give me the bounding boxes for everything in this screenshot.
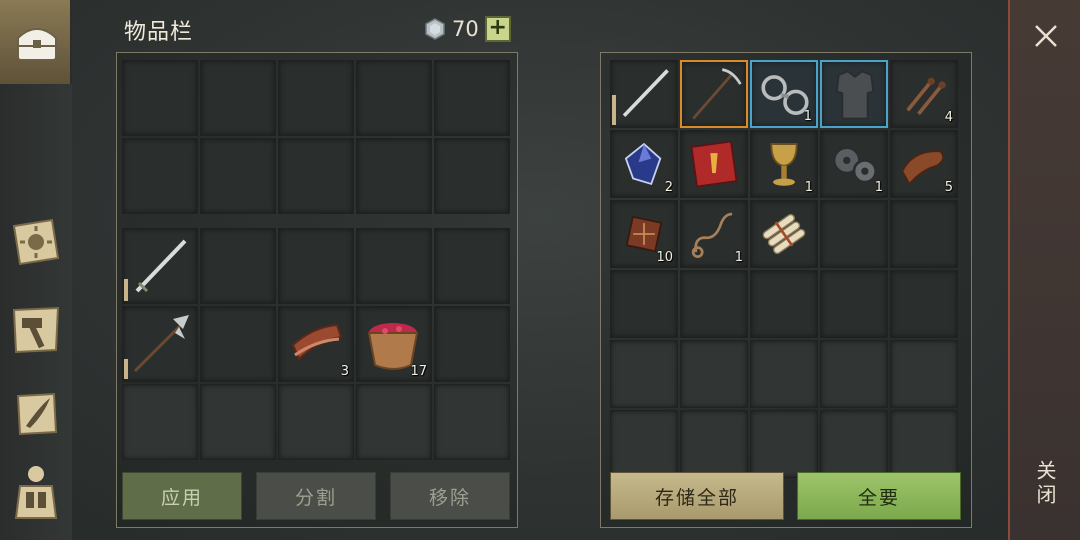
storage-slot-locked [820, 410, 888, 478]
storage-slot-locked [610, 410, 678, 478]
item-count: 1 [734, 250, 743, 265]
storage-slot-locked [890, 340, 958, 408]
currency-amount: 70 [452, 17, 479, 41]
storage-slot-goblet[interactable]: 1 [750, 130, 818, 198]
storage-slot-nails[interactable]: 4 [890, 60, 958, 128]
inventory-slot[interactable] [200, 60, 276, 136]
inventory-slot-locked [434, 384, 510, 460]
storage-slot-locked [680, 340, 748, 408]
scroll-bundle-icon [762, 213, 806, 255]
item-count: 2 [664, 180, 673, 195]
inventory-slot-locked [200, 384, 276, 460]
inventory-slot[interactable] [356, 228, 432, 304]
inventory-slot[interactable] [200, 138, 276, 214]
pickaxe-icon [692, 68, 742, 120]
storage-slot-chain-armor[interactable] [820, 60, 888, 128]
inventory-slot[interactable] [434, 138, 510, 214]
storage-slot[interactable] [890, 270, 958, 338]
inventory-slot-locked [278, 384, 354, 460]
long-sword-icon [622, 69, 669, 118]
sword-icon [135, 239, 187, 293]
inventory-slot-sword[interactable] [122, 228, 198, 304]
inventory-grid-bottom: 3 17 [122, 228, 510, 460]
hammer-icon[interactable] [6, 300, 66, 360]
split-button[interactable]: 分割 [256, 472, 376, 520]
inventory-slot[interactable] [278, 60, 354, 136]
storage-slot-locked [610, 340, 678, 408]
bacon-icon [291, 323, 343, 361]
inventory-slot[interactable] [356, 60, 432, 136]
inventory-grid-top [122, 60, 510, 214]
character-gear-icon[interactable] [6, 462, 66, 522]
storage-slot-pickaxe[interactable] [680, 60, 748, 128]
inventory-slot-locked [122, 384, 198, 460]
remove-button[interactable]: 移除 [390, 472, 510, 520]
storage-slot[interactable] [680, 270, 748, 338]
halberd-icon [133, 315, 189, 373]
quill-scroll-icon[interactable] [6, 384, 66, 444]
close-panel[interactable]: 关闭 [1008, 0, 1080, 540]
storage-slot-locked [750, 410, 818, 478]
red-book-icon [690, 140, 738, 188]
storage-slot-long-sword[interactable] [610, 60, 678, 128]
storage-slot-shackles[interactable]: 1 [750, 60, 818, 128]
nav-rail [0, 0, 72, 540]
chest-icon [17, 28, 57, 61]
storage-slot-locked [820, 340, 888, 408]
storage-grid: 1 4 2 1 1 5 10 1 [610, 60, 958, 478]
inventory-slot-halberd[interactable] [122, 306, 198, 382]
store-all-button[interactable]: 存储全部 [610, 472, 784, 520]
storage-slot[interactable] [610, 270, 678, 338]
sun-book-icon[interactable] [6, 212, 66, 272]
item-count: 1 [874, 180, 883, 195]
currency: 70 + [424, 15, 511, 43]
chain-armor-icon [835, 70, 875, 120]
storage-slot[interactable] [890, 200, 958, 268]
inventory-slot[interactable] [200, 228, 276, 304]
storage-slot-scrolls[interactable] [750, 200, 818, 268]
storage-slot-crystal[interactable]: 2 [610, 130, 678, 198]
inventory-slot[interactable] [434, 60, 510, 136]
storage-slot-leather[interactable]: 5 [890, 130, 958, 198]
item-count: 17 [410, 364, 427, 379]
inventory-slot[interactable] [278, 228, 354, 304]
storage-slot[interactable] [820, 270, 888, 338]
inventory-slot-berry-bowl[interactable]: 17 [356, 306, 432, 382]
storage-slot-locked [680, 410, 748, 478]
storage-slot-leather-scraps[interactable]: 10 [610, 200, 678, 268]
item-count: 10 [656, 250, 673, 265]
inventory-slot[interactable] [434, 228, 510, 304]
storage-slot-rope[interactable]: 1 [680, 200, 748, 268]
storage-slot-book[interactable] [680, 130, 748, 198]
close-icon[interactable] [1032, 22, 1060, 50]
silver-coin-icon [425, 18, 445, 40]
inventory-slot[interactable] [122, 60, 198, 136]
inventory-slot[interactable] [278, 138, 354, 214]
inventory-slot[interactable] [434, 306, 510, 382]
close-label: 关闭 [1033, 460, 1057, 508]
item-count: 3 [340, 364, 349, 379]
item-count: 1 [804, 180, 813, 195]
inventory-slot[interactable] [356, 138, 432, 214]
nav-item-inventory[interactable] [0, 0, 72, 84]
storage-slot[interactable] [750, 270, 818, 338]
add-currency-button[interactable]: + [484, 16, 511, 42]
take-all-button[interactable]: 全要 [797, 472, 961, 520]
inventory-slot-bacon[interactable]: 3 [278, 306, 354, 382]
storage-slot-locked [890, 410, 958, 478]
storage-slot[interactable] [820, 200, 888, 268]
item-count: 1 [803, 109, 812, 124]
storage-slot-locked [750, 340, 818, 408]
apply-button[interactable]: 应用 [122, 472, 242, 520]
item-count: 4 [944, 110, 953, 125]
page-title: 物品栏 [124, 20, 194, 45]
item-count: 5 [944, 180, 953, 195]
inventory-slot[interactable] [122, 138, 198, 214]
inventory-slot[interactable] [200, 306, 276, 382]
inventory-slot-locked [356, 384, 432, 460]
storage-slot-gears[interactable]: 1 [820, 130, 888, 198]
